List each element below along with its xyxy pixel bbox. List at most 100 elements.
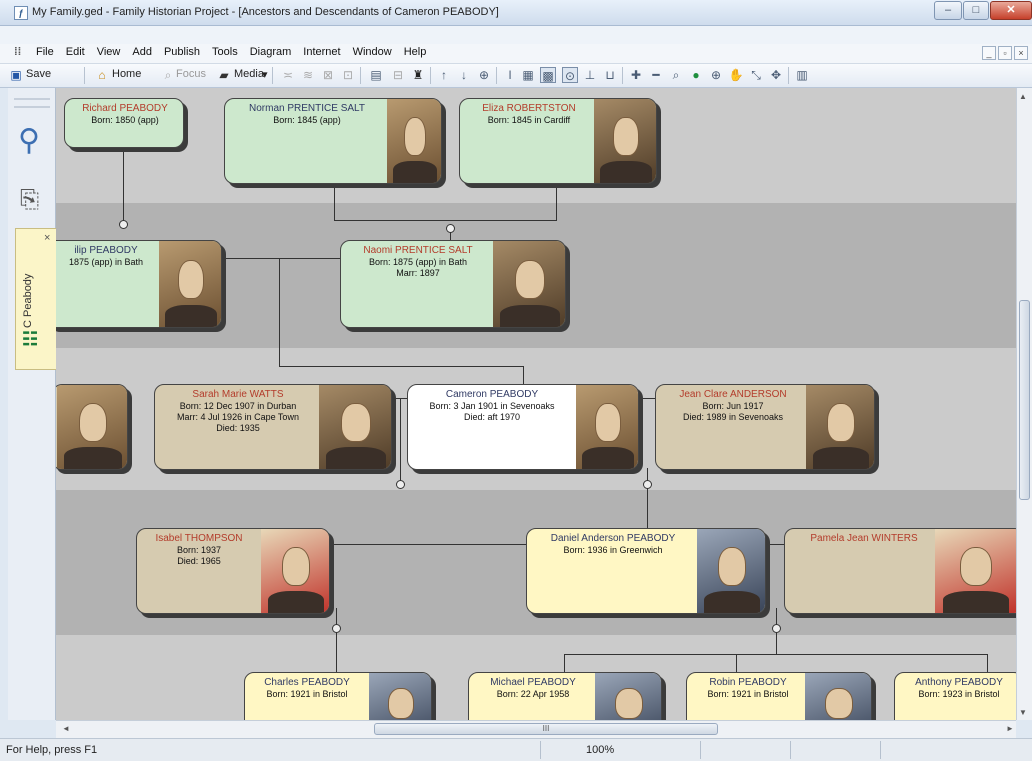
- pages-icon[interactable]: ⎘: [20, 188, 39, 212]
- person-photo[interactable]: [595, 673, 661, 720]
- toolbar-separator: [496, 67, 497, 84]
- connector-node[interactable]: [119, 220, 128, 229]
- home-icon[interactable]: ⌂: [94, 67, 110, 83]
- media-button[interactable]: Media: [234, 68, 264, 80]
- branch-icon[interactable]: ⊔: [602, 67, 618, 83]
- collapse-icon[interactable]: ━: [648, 67, 664, 83]
- menu-help[interactable]: Help: [404, 46, 427, 58]
- person-photo[interactable]: [387, 99, 441, 183]
- app-icon[interactable]: ƒ: [14, 6, 28, 20]
- target-icon[interactable]: ⊙: [562, 67, 578, 83]
- menu-diagram[interactable]: Diagram: [250, 46, 292, 58]
- menu-publish[interactable]: Publish: [164, 46, 200, 58]
- menu-add[interactable]: Add: [132, 46, 152, 58]
- mdi-restore-button[interactable]: ▫: [998, 46, 1012, 60]
- menu-window[interactable]: Window: [353, 46, 392, 58]
- minimize-button[interactable]: –: [934, 1, 962, 20]
- save-icon[interactable]: ▣: [8, 67, 24, 83]
- record-icon[interactable]: ⊟: [390, 67, 406, 83]
- person-details: Born: 1850 (app): [91, 115, 159, 125]
- person-box-sarah[interactable]: Sarah Marie WATTS Born: 12 Dec 1907 in D…: [154, 384, 392, 470]
- person-box-norman[interactable]: Norman PRENTICE SALT Born: 1845 (app): [224, 98, 442, 184]
- person-box-pamela[interactable]: Pamela Jean WINTERS: [784, 528, 1016, 614]
- diagram-canvas[interactable]: Richard PEABODY Born: 1850 (app) Norman …: [56, 88, 1016, 720]
- hand-icon[interactable]: ✋: [728, 67, 744, 83]
- person-box-jean[interactable]: Jean Clare ANDERSON Born: Jun 1917 Died:…: [655, 384, 875, 470]
- person-photo[interactable]: [576, 385, 638, 469]
- vertical-scroll-thumb[interactable]: [1019, 300, 1030, 500]
- find-icon[interactable]: ♜: [410, 67, 426, 83]
- scroll-left-arrow-icon[interactable]: ◄: [62, 724, 70, 733]
- save-button[interactable]: Save: [26, 68, 51, 80]
- down-arrow-icon[interactable]: ↓: [456, 67, 472, 83]
- home-button[interactable]: Home: [112, 68, 141, 80]
- cut-icon[interactable]: ≍: [280, 67, 296, 83]
- tree-icon[interactable]: ⊥: [582, 67, 598, 83]
- connector-line: [123, 144, 124, 224]
- person-box-charles[interactable]: Charles PEABODY Born: 1921 in Bristol: [244, 672, 432, 720]
- person-photo[interactable]: [159, 241, 221, 327]
- person-box-cameron[interactable]: Cameron PEABODY Born: 3 Jan 1901 in Seve…: [407, 384, 639, 470]
- tab-close-button[interactable]: ×: [44, 232, 50, 244]
- person-photo[interactable]: [697, 529, 765, 613]
- zoom-in-icon[interactable]: ⊕: [708, 67, 724, 83]
- person-box-daniel[interactable]: Daniel Anderson PEABODY Born: 1936 in Gr…: [526, 528, 766, 614]
- person-details: Born: 22 Apr 1958: [496, 689, 570, 699]
- paste-icon[interactable]: ⊠: [320, 67, 336, 83]
- up-arrow-icon[interactable]: ↑: [436, 67, 452, 83]
- person-box-isabel[interactable]: Isabel THOMPSON Born: 1937 Died: 1965: [136, 528, 330, 614]
- scroll-right-arrow-icon[interactable]: ►: [1006, 724, 1014, 733]
- connector-node[interactable]: [396, 480, 405, 489]
- menu-file[interactable]: File: [36, 46, 54, 58]
- search-icon[interactable]: ⚲: [18, 126, 40, 156]
- media-icon[interactable]: ▰: [216, 67, 232, 83]
- zoom-icon[interactable]: ⌕: [668, 67, 684, 83]
- mdi-minimize-button[interactable]: _: [982, 46, 996, 60]
- person-box-michael[interactable]: Michael PEABODY Born: 22 Apr 1958: [468, 672, 662, 720]
- copy-icon[interactable]: ≋: [300, 67, 316, 83]
- person-box-philip[interactable]: ilip PEABODY 1875 (app) in Bath: [56, 240, 222, 328]
- info-icon[interactable]: ǀ: [502, 67, 518, 83]
- maximize-button[interactable]: □: [963, 1, 989, 20]
- person-box-eliza[interactable]: Eliza ROBERTSTON Born: 1845 in Cardiff: [459, 98, 657, 184]
- person-box-richard[interactable]: Richard PEABODY Born: 1850 (app): [64, 98, 184, 148]
- person-box-robin[interactable]: Robin PEABODY Born: 1921 in Bristol: [686, 672, 872, 720]
- move-icon[interactable]: ✥: [768, 67, 784, 83]
- horizontal-scroll-thumb[interactable]: III: [374, 723, 718, 735]
- connector-line: [564, 654, 988, 655]
- diagram-icon[interactable]: ▩: [540, 67, 556, 83]
- person-box-naomi[interactable]: Naomi PRENTICE SALT Born: 1875 (app) in …: [340, 240, 566, 328]
- person-photo[interactable]: [261, 529, 329, 613]
- person-box-anthony[interactable]: Anthony PEABODY Born: 1923 in Bristol: [894, 672, 1016, 720]
- close-button[interactable]: ✕: [990, 1, 1032, 20]
- delete-icon[interactable]: ⊡: [340, 67, 356, 83]
- person-photo[interactable]: [935, 529, 1016, 613]
- person-photo[interactable]: [369, 673, 431, 720]
- lock-icon[interactable]: ⊕: [476, 67, 492, 83]
- property-box-icon[interactable]: ▤: [368, 67, 384, 83]
- menu-edit[interactable]: Edit: [66, 46, 85, 58]
- expand-icon[interactable]: ✚: [628, 67, 644, 83]
- mdi-close-button[interactable]: ×: [1014, 46, 1028, 60]
- person-photo[interactable]: [57, 385, 127, 469]
- menu-app-icon[interactable]: ⁞⁞: [14, 46, 21, 58]
- person-photo[interactable]: [493, 241, 565, 327]
- family-tree-icon[interactable]: ☷: [22, 330, 38, 348]
- options-icon[interactable]: ▥: [794, 67, 810, 83]
- person-photo[interactable]: [806, 385, 874, 469]
- media-dropdown-icon[interactable]: ▾: [262, 68, 268, 81]
- globe-icon[interactable]: ●: [688, 67, 704, 83]
- chart-icon[interactable]: ▦: [520, 67, 536, 83]
- person-photo[interactable]: [319, 385, 391, 469]
- focus-button[interactable]: Focus: [176, 68, 206, 80]
- menu-internet[interactable]: Internet: [303, 46, 340, 58]
- menu-view[interactable]: View: [97, 46, 121, 58]
- sidebar-grip[interactable]: [14, 98, 50, 108]
- person-photo[interactable]: [805, 673, 871, 720]
- scroll-down-arrow-icon[interactable]: ▼: [1019, 708, 1027, 717]
- resize-icon[interactable]: ⤡: [748, 67, 764, 83]
- menu-tools[interactable]: Tools: [212, 46, 238, 58]
- person-box-partial[interactable]: [56, 384, 128, 470]
- person-photo[interactable]: [594, 99, 656, 183]
- scroll-up-arrow-icon[interactable]: ▲: [1019, 92, 1027, 101]
